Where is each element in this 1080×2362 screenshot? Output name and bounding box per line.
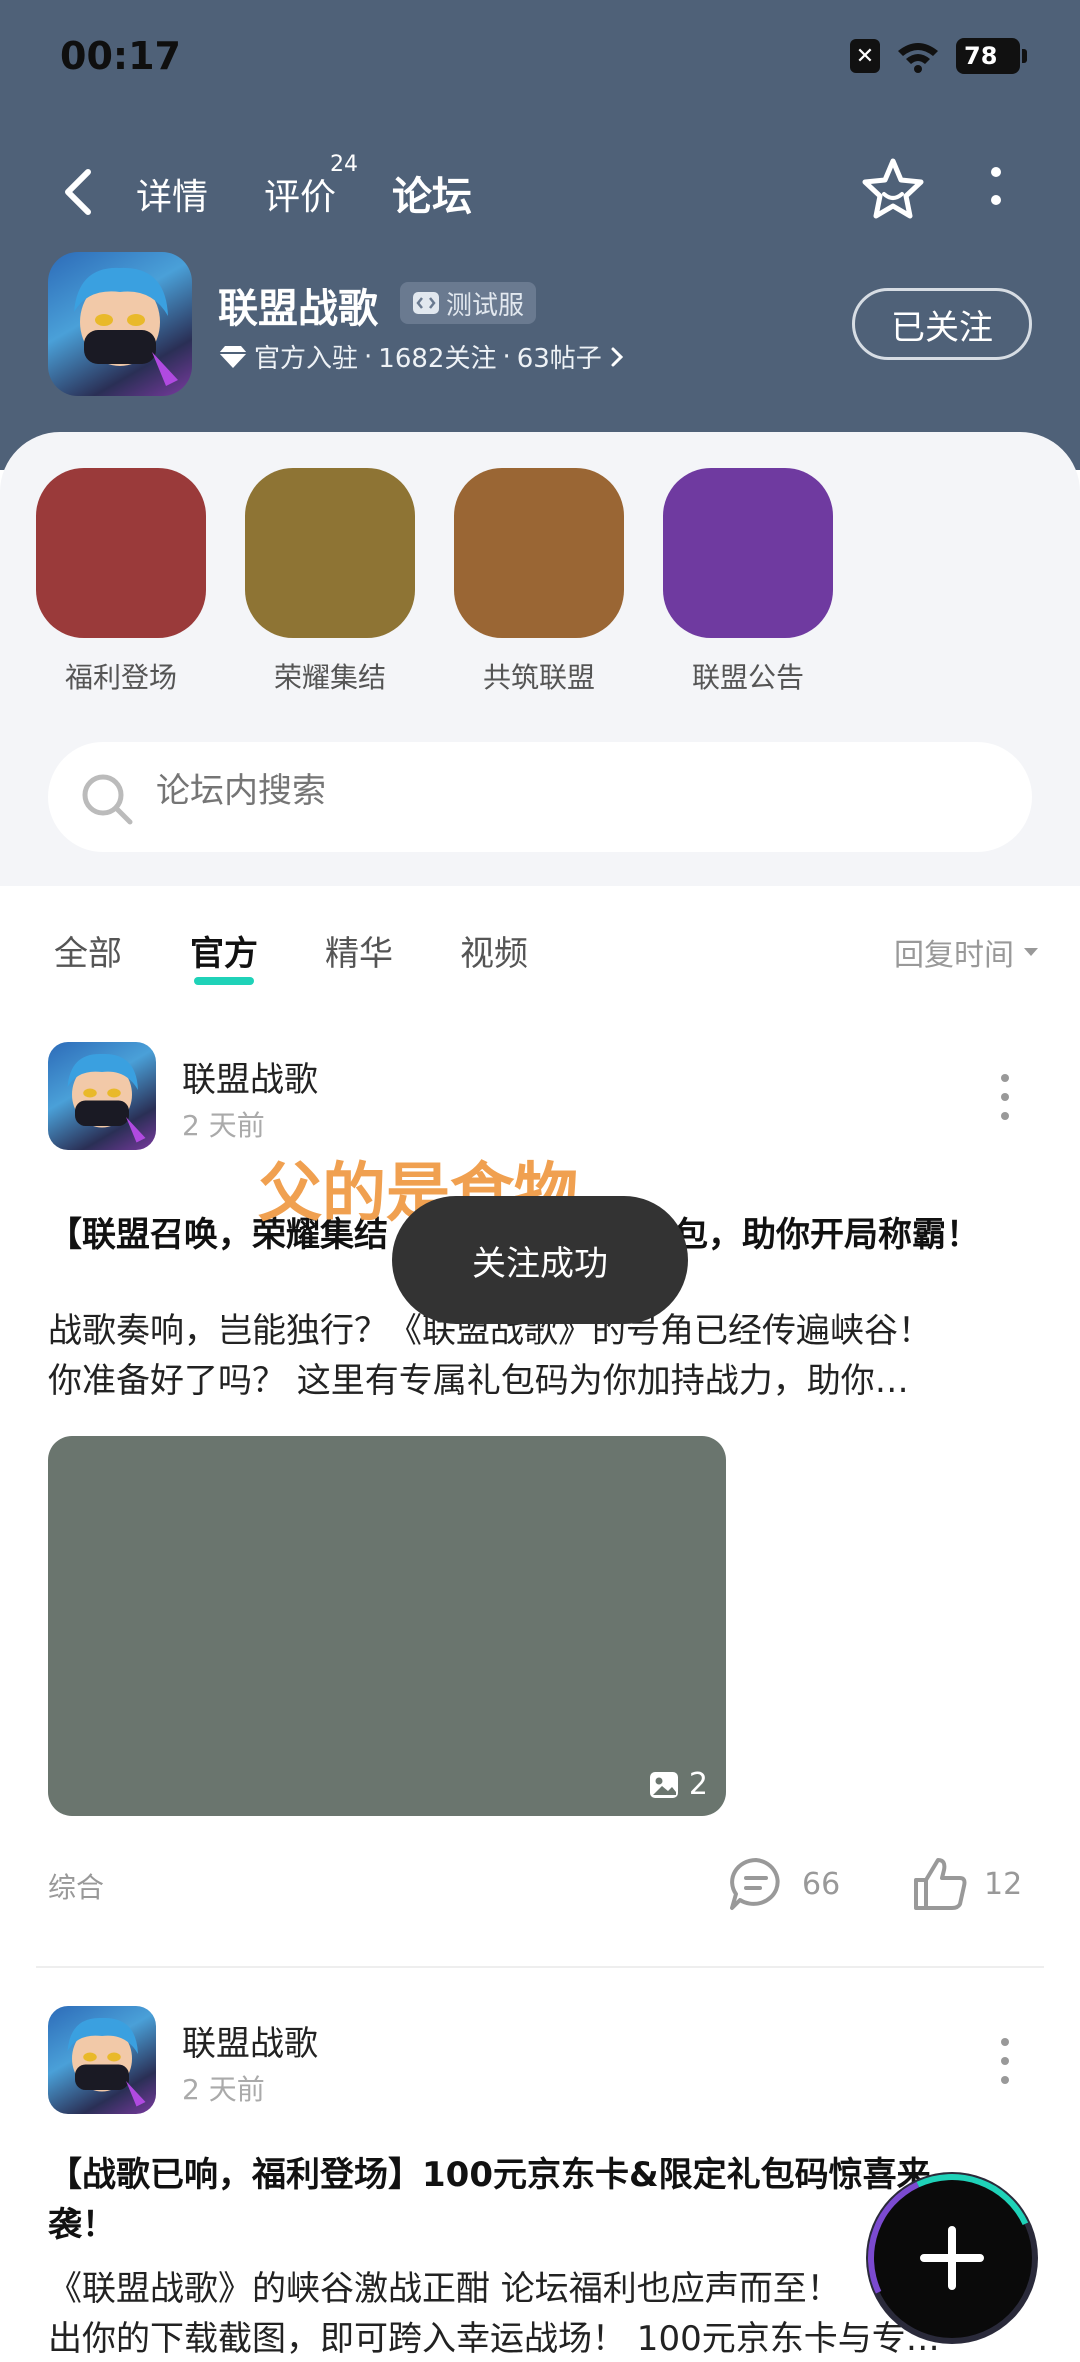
shortcut-announcement[interactable]: 联盟公告: [663, 468, 833, 696]
post-count: 63帖子: [516, 344, 602, 374]
app-header: 00:17 ✕ 78 详情 评价 24 论坛 联盟战歌 测试服 官方入驻 · 1…: [0, 0, 1080, 470]
shortcut-welfare[interactable]: 福利登场: [36, 468, 206, 696]
image-count: 2: [649, 1767, 708, 1802]
filter-all[interactable]: 全部: [54, 926, 122, 975]
forum-search-box[interactable]: [48, 742, 1032, 852]
post-title-right: 包，助你开局称霸！: [674, 1215, 980, 1255]
image-count-value: 2: [688, 1767, 708, 1802]
shortcut-announcement-tile: [663, 468, 833, 638]
status-time: 00:17: [60, 34, 181, 78]
post-more-icon[interactable]: [990, 1070, 1020, 1124]
shortcut-alliance-tile: [454, 468, 624, 638]
app-meta[interactable]: 官方入驻 · 1682关注 · 63帖子: [218, 338, 626, 375]
post-excerpt-line: 你准备好了吗？ 这里有专属礼包码为你加持战力，助你…: [48, 1361, 909, 1401]
create-post-button[interactable]: [872, 2178, 1032, 2338]
forum-shortcuts: 福利登场 荣耀集结 共筑联盟 联盟公告: [0, 432, 1080, 886]
like-count: 12: [984, 1866, 1023, 1902]
tab-forum[interactable]: 论坛: [388, 164, 476, 224]
status-bar: 00:17 ✕ 78: [0, 0, 1080, 110]
thumbs-up-icon: [914, 1858, 967, 1910]
test-server-label: 测试服: [446, 290, 525, 321]
battery-icon: 78: [956, 38, 1027, 74]
sim-off-icon: ✕: [850, 39, 880, 73]
reviews-count-badge: 24: [330, 152, 358, 177]
shortcut-glory-tile: [245, 468, 415, 638]
shortcut-welfare-tile: [36, 468, 206, 638]
post-divider: [36, 1966, 1044, 1968]
status-icons: ✕ 78: [850, 38, 1027, 74]
top-nav: 详情 评价 24 论坛: [0, 150, 1080, 234]
shortcut-welfare-label: 福利登场: [64, 661, 177, 694]
comment-icon: [730, 1858, 780, 1910]
author-avatar[interactable]: [48, 1042, 156, 1150]
diamond-icon: [219, 345, 247, 368]
filter-featured[interactable]: 精华: [325, 926, 393, 975]
official-label: 官方入驻: [254, 344, 359, 374]
favorite-star-icon[interactable]: [860, 156, 926, 222]
search-icon: [82, 774, 133, 825]
author-avatar[interactable]: [48, 2006, 156, 2114]
post-time: 2 天前: [182, 2073, 265, 2106]
comment-count: 66: [802, 1866, 841, 1902]
shortcut-alliance[interactable]: 共筑联盟: [454, 468, 624, 696]
post-author[interactable]: 联盟战歌: [182, 1052, 318, 1101]
test-server-badge: 测试服: [400, 282, 537, 324]
app-logo[interactable]: [48, 252, 192, 396]
filter-official[interactable]: 官方: [190, 926, 258, 985]
code-icon: [413, 292, 439, 314]
back-arrow-icon[interactable]: [58, 166, 98, 218]
like-button[interactable]: 12: [912, 1856, 1022, 1912]
app-name: 联盟战歌: [218, 286, 378, 332]
sort-dropdown[interactable]: 回复时间: [894, 930, 1040, 974]
shortcut-glory-label: 荣耀集结: [273, 661, 386, 694]
chevron-right-icon: [611, 347, 623, 366]
more-options-icon[interactable]: [978, 160, 1014, 220]
filter-video[interactable]: 视频: [460, 926, 528, 975]
post-more-icon[interactable]: [990, 2034, 1020, 2088]
image-icon: [649, 1771, 678, 1798]
post-filter-bar: 全部 官方 精华 视频 回复时间: [0, 900, 1080, 996]
tab-details[interactable]: 详情: [136, 168, 208, 220]
post-time: 2 天前: [182, 1109, 265, 1142]
wifi-icon: [898, 43, 938, 73]
shortcut-announcement-label: 联盟公告: [691, 661, 804, 694]
post-excerpt-line: 出你的下载截图，即可跨入幸运战场！ 100元京东卡与专…: [48, 2319, 940, 2359]
toast-message: 关注成功: [392, 1196, 688, 1324]
comment-button[interactable]: 66: [726, 1856, 840, 1912]
caret-down-icon: [1024, 948, 1038, 956]
post-title-line: 【战歌已响，福利登场】100元京东卡&限定礼包码惊喜来: [48, 2155, 931, 2195]
post-image[interactable]: 2: [48, 1436, 726, 1816]
shortcut-glory[interactable]: 荣耀集结: [245, 468, 415, 696]
plus-icon: [920, 2226, 984, 2290]
search-input[interactable]: [156, 772, 956, 811]
sort-label: 回复时间: [894, 938, 1014, 973]
tab-reviews[interactable]: 评价: [264, 168, 336, 220]
post-category-tag[interactable]: 综合: [48, 1866, 104, 1906]
app-info: 联盟战歌 测试服 官方入驻 · 1682关注 · 63帖子 已关注: [0, 250, 1080, 400]
battery-level: 78: [964, 42, 998, 70]
shortcut-alliance-label: 共筑联盟: [482, 661, 595, 694]
followed-button[interactable]: 已关注: [852, 288, 1032, 360]
follow-count: 1682关注: [378, 344, 497, 374]
post-author[interactable]: 联盟战歌: [182, 2016, 318, 2065]
